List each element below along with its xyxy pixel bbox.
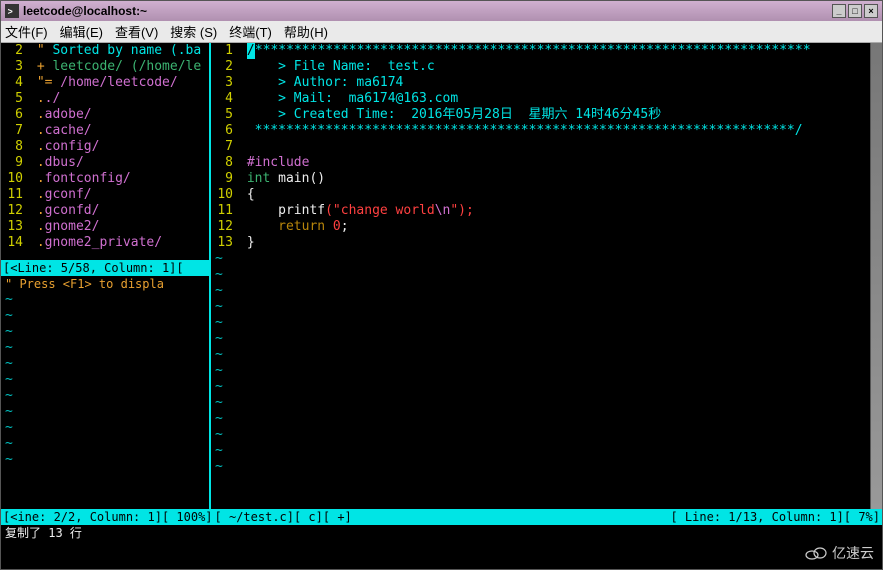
tilde-line: ~: [211, 331, 870, 347]
code-line[interactable]: 4 > Mail: ma6174@163.com: [211, 91, 870, 107]
menu-edit[interactable]: 编辑(E): [60, 22, 103, 41]
list-item[interactable]: 8 .config/: [1, 139, 209, 155]
code-line[interactable]: 11 printf("change world\n");: [211, 203, 870, 219]
list-item[interactable]: 12 .gconfd/: [1, 203, 209, 219]
tilde-line: ~: [1, 404, 209, 420]
tilde-line: ~: [211, 443, 870, 459]
cloud-icon: [804, 546, 828, 560]
tilde-line: ~: [211, 363, 870, 379]
svg-text:>: >: [8, 7, 13, 17]
scrollbar-vertical[interactable]: [870, 43, 882, 509]
menu-terminal[interactable]: 终端(T): [229, 22, 272, 41]
status-right-pos: [ Line: 1/13, Column: 1][ 7%]: [670, 509, 882, 525]
tilde-line: ~: [211, 315, 870, 331]
list-item[interactable]: 4 "= /home/leetcode/: [1, 75, 209, 91]
tilde-line: ~: [1, 324, 209, 340]
tilde-line: ~: [211, 411, 870, 427]
status-file: [ ~/test.c][ c][ +]: [213, 509, 352, 525]
app-window: > leetcode@localhost:~ _ □ × 文件(F) 编辑(E)…: [0, 0, 883, 570]
bottom-status: [<ine: 2/2, Column: 1][ 100%] [ ~/test.c…: [1, 509, 882, 525]
tilde-line: ~: [211, 267, 870, 283]
left-pane[interactable]: 2 " Sorted by name (.ba3 + leetcode/ (/h…: [1, 43, 211, 509]
code-line[interactable]: 9 int main(): [211, 171, 870, 187]
window-title: leetcode@localhost:~: [23, 4, 147, 18]
tilde-line: ~: [211, 347, 870, 363]
list-item[interactable]: 13 .gnome2/: [1, 219, 209, 235]
menu-file[interactable]: 文件(F): [5, 22, 48, 41]
message-bar: 复制了 13 行: [1, 525, 882, 541]
list-item[interactable]: 5 ../: [1, 91, 209, 107]
tilde-line: ~: [1, 372, 209, 388]
terminal-icon: >: [5, 4, 19, 18]
tilde-line: ~: [211, 395, 870, 411]
list-item[interactable]: 9 .dbus/: [1, 155, 209, 171]
minimize-button[interactable]: _: [832, 4, 846, 18]
status-left-pos: [<ine: 2/2, Column: 1][ 100%]: [1, 509, 213, 525]
tilde-line: ~: [1, 308, 209, 324]
left-help: " Press <F1> to displa: [1, 276, 209, 292]
list-item[interactable]: 7 .cache/: [1, 123, 209, 139]
terminal-area: 2 " Sorted by name (.ba3 + leetcode/ (/h…: [1, 43, 882, 569]
tilde-line: ~: [211, 379, 870, 395]
code-line[interactable]: 6 **************************************…: [211, 123, 870, 139]
code-line[interactable]: 10 {: [211, 187, 870, 203]
tilde-line: ~: [211, 427, 870, 443]
list-item[interactable]: 11 .gconf/: [1, 187, 209, 203]
maximize-button[interactable]: □: [848, 4, 862, 18]
code-line[interactable]: 7: [211, 139, 870, 155]
left-status: [<Line: 5/58, Column: 1][ 8%]: [1, 260, 209, 276]
list-item[interactable]: 10 .fontconfig/: [1, 171, 209, 187]
tilde-line: ~: [211, 299, 870, 315]
menu-help[interactable]: 帮助(H): [284, 22, 328, 41]
code-line[interactable]: 13 }: [211, 235, 870, 251]
titlebar[interactable]: > leetcode@localhost:~ _ □ ×: [1, 1, 882, 21]
watermark: 亿速云: [804, 543, 874, 563]
code-line[interactable]: 12 return 0;: [211, 219, 870, 235]
code-line[interactable]: 2 > File Name: test.c: [211, 59, 870, 75]
code-line[interactable]: 1 /*************************************…: [211, 43, 870, 59]
code-line[interactable]: 5 > Created Time: 2016年05月28日 星期六 14时46分…: [211, 107, 870, 123]
tilde-line: ~: [211, 251, 870, 267]
tilde-line: ~: [211, 283, 870, 299]
tilde-line: ~: [1, 388, 209, 404]
menu-search[interactable]: 搜索 (S): [170, 22, 217, 41]
tilde-line: ~: [1, 356, 209, 372]
tilde-line: ~: [1, 452, 209, 468]
menu-view[interactable]: 查看(V): [115, 22, 158, 41]
tilde-line: ~: [211, 459, 870, 475]
list-item[interactable]: 6 .adobe/: [1, 107, 209, 123]
tilde-line: ~: [1, 420, 209, 436]
menubar: 文件(F) 编辑(E) 查看(V) 搜索 (S) 终端(T) 帮助(H): [1, 21, 882, 43]
tilde-line: ~: [1, 436, 209, 452]
list-item[interactable]: 2 " Sorted by name (.ba: [1, 43, 209, 59]
code-line[interactable]: 3 > Author: ma6174: [211, 75, 870, 91]
list-item[interactable]: 3 + leetcode/ (/home/le: [1, 59, 209, 75]
tilde-line: ~: [1, 340, 209, 356]
list-item[interactable]: 14 .gnome2_private/: [1, 235, 209, 251]
close-button[interactable]: ×: [864, 4, 878, 18]
right-pane[interactable]: 1 /*************************************…: [211, 43, 870, 509]
tilde-line: ~: [1, 292, 209, 308]
code-line[interactable]: 8 #include: [211, 155, 870, 171]
